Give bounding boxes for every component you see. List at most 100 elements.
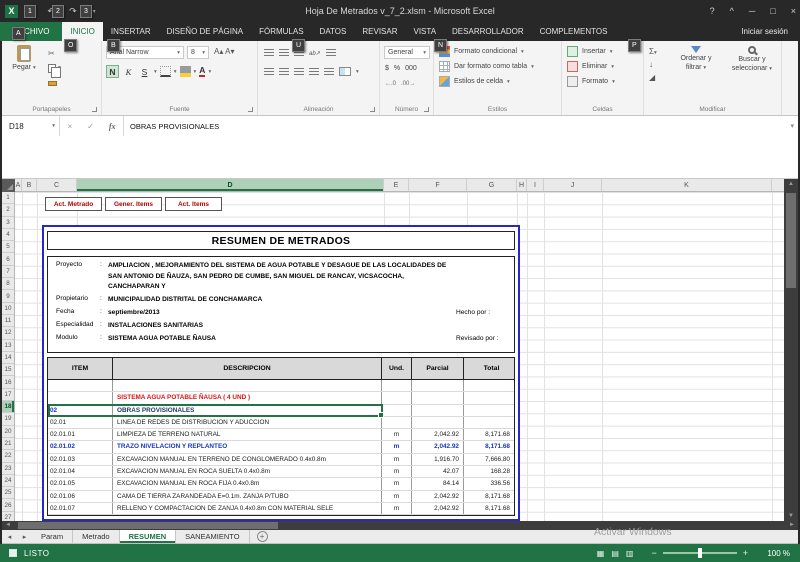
row-header[interactable]: 5 xyxy=(2,241,14,253)
cell-item[interactable]: 02.01.04 xyxy=(48,466,113,477)
row-header[interactable]: 18 xyxy=(2,401,14,413)
minimize-button[interactable]: ─ xyxy=(749,6,755,16)
table-row[interactable]: 02.01.02 TRAZO NIVELACION Y REPLANTEO m … xyxy=(48,441,514,453)
styles-menu-button[interactable]: Dar formato como tabla ▾ xyxy=(436,59,559,74)
dialog-launcher-icon[interactable] xyxy=(248,107,253,112)
new-sheet-button[interactable]: + xyxy=(257,531,268,542)
grow-font-button[interactable]: A▴ xyxy=(214,47,223,56)
sheet-button[interactable]: Gener. Items xyxy=(105,197,162,211)
zoom-slider-thumb[interactable] xyxy=(698,548,702,558)
row-header[interactable]: 7 xyxy=(2,266,14,278)
cells-menu-button[interactable]: Formato ▾ xyxy=(564,74,641,89)
row-header[interactable]: 25 xyxy=(2,487,14,499)
cell-parcial[interactable]: 1,916.70 xyxy=(412,454,464,465)
thousands-icon[interactable]: 000 xyxy=(405,65,417,72)
cell-und[interactable]: m xyxy=(382,429,412,440)
table-row[interactable]: 02.01.01 LIMPIEZA DE TERRENO NATURAL m 2… xyxy=(48,429,514,441)
sign-in-link[interactable]: Iniciar sesión xyxy=(729,22,800,41)
cell-und[interactable] xyxy=(382,405,412,416)
cell-und[interactable] xyxy=(382,392,412,403)
cell-und[interactable]: m xyxy=(382,503,412,514)
sheet-nav-right-icon[interactable]: ▸ xyxy=(17,530,32,543)
close-button[interactable]: × xyxy=(791,6,796,16)
sheet-tab[interactable]: Param xyxy=(32,530,73,543)
insert-function-icon[interactable]: fx xyxy=(109,122,116,131)
wrap-text-icon[interactable] xyxy=(326,49,336,57)
zoom-out-button[interactable]: − xyxy=(647,548,660,558)
qat-customize-icon[interactable]: ▾ xyxy=(93,8,96,15)
table-row[interactable]: 02 OBRAS PROVISIONALES xyxy=(48,405,514,417)
clear-icon[interactable]: ◢ xyxy=(649,73,657,82)
cell-und[interactable]: m xyxy=(382,491,412,502)
font-size-select[interactable]: 8 ▾ xyxy=(187,46,209,59)
cell-total[interactable] xyxy=(464,417,514,428)
indent-increase-icon[interactable] xyxy=(324,68,334,76)
cell-descripcion[interactable]: SISTEMA AGUA POTABLE ÑAUSA ( 4 UND ) xyxy=(113,392,382,403)
sheet-button[interactable]: Act. Items xyxy=(165,197,222,211)
cell-parcial[interactable] xyxy=(412,405,464,416)
shrink-font-button[interactable]: A▾ xyxy=(225,47,234,56)
cell-total[interactable]: 8,171.68 xyxy=(464,491,514,502)
column-header[interactable]: B xyxy=(22,179,37,191)
underline-button[interactable]: S xyxy=(138,65,151,78)
horizontal-scrollbar[interactable]: ◄ ► xyxy=(2,521,798,530)
cell-descripcion[interactable]: LIMPIEZA DE TERRENO NATURAL xyxy=(113,429,382,440)
cell-descripcion[interactable]: RELLENO Y COMPACTACION DE ZANJA 0.4x0.8m… xyxy=(113,503,382,514)
sheet-tab[interactable]: RESUMEN xyxy=(120,530,177,543)
row-header[interactable]: 19 xyxy=(2,413,14,425)
zoom-level[interactable]: 100 % xyxy=(762,549,790,558)
align-middle-icon[interactable] xyxy=(279,49,289,57)
info-row[interactable]: Fecha : septiembre/2013 Hecho por : xyxy=(48,307,514,320)
ribbon-tab[interactable]: COMPLEMENTOS xyxy=(532,22,616,41)
sheet-button[interactable]: Act. Metrado xyxy=(45,197,102,211)
table-row[interactable]: 02.01.07 RELLENO Y COMPACTACION DE ZANJA… xyxy=(48,503,514,515)
cell-parcial[interactable]: 2,042.92 xyxy=(412,491,464,502)
row-header[interactable]: 3 xyxy=(2,217,14,229)
orientation-icon[interactable]: ab↗ xyxy=(309,50,321,57)
cells-menu-button[interactable]: Eliminar ▾ xyxy=(564,59,641,74)
copy-button[interactable]: ▾ xyxy=(48,62,61,74)
cell-descripcion[interactable]: EXCAVACION MANUAL EN ROCA FIJA 0.4x0.8m xyxy=(113,478,382,489)
ribbon-tab[interactable]: DATOS xyxy=(312,22,355,41)
cell-item[interactable]: 02.01.03 xyxy=(48,454,113,465)
sheet-tab[interactable]: Metrado xyxy=(73,530,120,543)
cell-item[interactable]: 02.01 xyxy=(48,417,113,428)
column-header[interactable]: C xyxy=(37,179,77,191)
row-header[interactable]: 27 xyxy=(2,512,14,521)
cell-total[interactable] xyxy=(464,380,514,391)
normal-view-icon[interactable]: ▦ xyxy=(597,549,605,558)
cell-und[interactable] xyxy=(382,417,412,428)
cell-item[interactable]: 02.01.07 xyxy=(48,503,113,514)
info-row[interactable]: Modulo : SISTEMA AGUA POTABLE ÑAUSA Revi… xyxy=(48,333,514,346)
cell-item[interactable] xyxy=(48,380,113,391)
horizontal-scroll-thumb[interactable] xyxy=(18,522,278,529)
cell-descripcion[interactable]: LINEA DE REDES DE DISTRIBUCION Y ADUCCIO… xyxy=(113,417,382,428)
column-header[interactable]: H xyxy=(517,179,527,191)
percent-icon[interactable]: % xyxy=(394,65,400,72)
help-button[interactable]: ? xyxy=(710,6,715,16)
column-header[interactable]: E xyxy=(384,179,409,191)
scroll-down-icon[interactable]: ▼ xyxy=(784,513,798,519)
cell-parcial[interactable] xyxy=(412,392,464,403)
table-row[interactable]: 02.01.04 EXCAVACION MANUAL EN ROCA SUELT… xyxy=(48,466,514,478)
cell-parcial[interactable]: 2,042.92 xyxy=(412,441,464,452)
row-header[interactable]: 4 xyxy=(2,229,14,241)
table-row[interactable]: 02.01.05 EXCAVACION MANUAL EN ROCA FIJA … xyxy=(48,478,514,490)
sheet-tab[interactable]: SANEAMIENTO xyxy=(176,530,249,543)
merge-center-icon[interactable] xyxy=(339,67,351,76)
number-format-select[interactable]: General ▾ xyxy=(384,46,430,59)
row-header[interactable]: 20 xyxy=(2,426,14,438)
cell-item[interactable]: 02.01.02 xyxy=(48,441,113,452)
cell-parcial[interactable]: 42.07 xyxy=(412,466,464,477)
ribbon-tab[interactable]: REVISAR xyxy=(354,22,405,41)
dialog-launcher-icon[interactable] xyxy=(424,107,429,112)
table-row[interactable]: SISTEMA AGUA POTABLE ÑAUSA ( 4 UND ) xyxy=(48,392,514,404)
scroll-left-icon[interactable]: ◄ xyxy=(5,521,11,530)
indent-decrease-icon[interactable] xyxy=(309,68,319,76)
restore-button[interactable]: □ xyxy=(770,6,775,16)
column-header[interactable]: G xyxy=(467,179,517,191)
row-header[interactable]: 13 xyxy=(2,340,14,352)
borders-icon[interactable] xyxy=(160,66,171,77)
row-header[interactable]: 24 xyxy=(2,475,14,487)
column-header[interactable]: D xyxy=(77,179,384,191)
